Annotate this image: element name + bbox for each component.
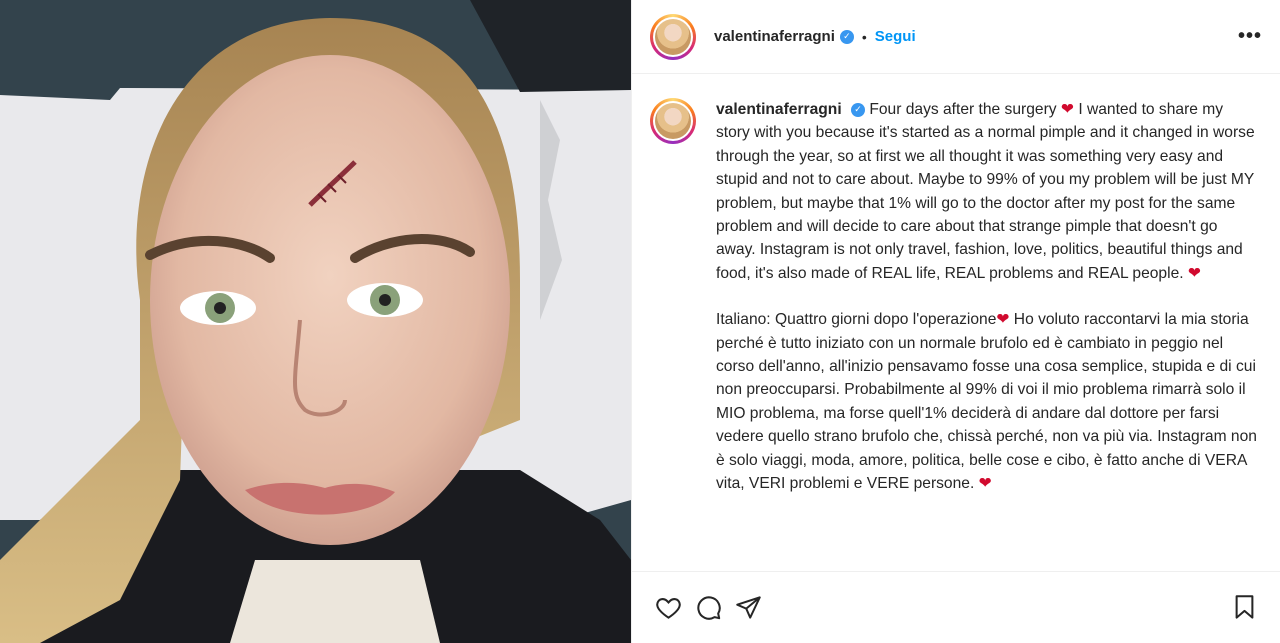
- caption-avatar[interactable]: [650, 98, 696, 144]
- caption-area[interactable]: valentinaferragni ✓ Four days after the …: [632, 74, 1280, 571]
- caption-english: valentinaferragni ✓ Four days after the …: [716, 98, 1261, 285]
- heart-emoji-icon: ❤: [1187, 264, 1201, 282]
- verified-badge-icon: ✓: [839, 29, 854, 44]
- comment-button[interactable]: [688, 588, 728, 628]
- post-header: valentinaferragni ✓ • Segui •••: [632, 0, 1280, 74]
- verified-badge-icon: ✓: [851, 102, 865, 117]
- caption-en-part-1: Four days after the surgery: [869, 101, 1057, 118]
- follow-button[interactable]: Segui: [875, 28, 916, 45]
- heart-emoji-icon: ❤: [978, 475, 992, 493]
- selfie-image: [0, 0, 631, 643]
- avatar-image: [655, 18, 691, 55]
- username-link[interactable]: valentinaferragni: [714, 28, 835, 45]
- share-button[interactable]: [728, 588, 768, 628]
- caption-username[interactable]: valentinaferragni: [716, 101, 842, 118]
- avatar-inner: [653, 101, 693, 141]
- caption-text: valentinaferragni ✓ Four days after the …: [716, 98, 1261, 571]
- instagram-post: valentinaferragni ✓ • Segui ••• valentin…: [0, 0, 1280, 643]
- action-bar: [632, 571, 1280, 643]
- avatar-image: [655, 103, 691, 139]
- profile-avatar[interactable]: [650, 13, 696, 60]
- save-button[interactable]: [1224, 588, 1264, 628]
- heart-outline-icon: [655, 598, 681, 619]
- caption-it-part-1: Italiano: Quattro giorni dopo l'operazio…: [716, 311, 997, 329]
- comment-bubble-icon: [696, 596, 721, 620]
- like-button[interactable]: [648, 588, 688, 628]
- heart-emoji-icon: ❤: [996, 311, 1010, 329]
- more-options-icon[interactable]: •••: [1238, 25, 1262, 48]
- caption-en-part-2: I wanted to share my story with you beca…: [716, 101, 1255, 282]
- avatar-inner: [653, 16, 693, 57]
- paper-plane-icon: [735, 596, 761, 619]
- post-side-panel: valentinaferragni ✓ • Segui ••• valentin…: [631, 0, 1280, 643]
- post-photo[interactable]: [0, 0, 631, 643]
- caption-italian: Italiano: Quattro giorni dopo l'operazio…: [716, 308, 1261, 495]
- caption-it-part-2: Ho voluto raccontarvi la mia storia perc…: [716, 311, 1257, 493]
- heart-emoji-icon: ❤: [1060, 101, 1074, 118]
- separator-dot: •: [861, 28, 867, 45]
- bookmark-icon: [1235, 595, 1253, 619]
